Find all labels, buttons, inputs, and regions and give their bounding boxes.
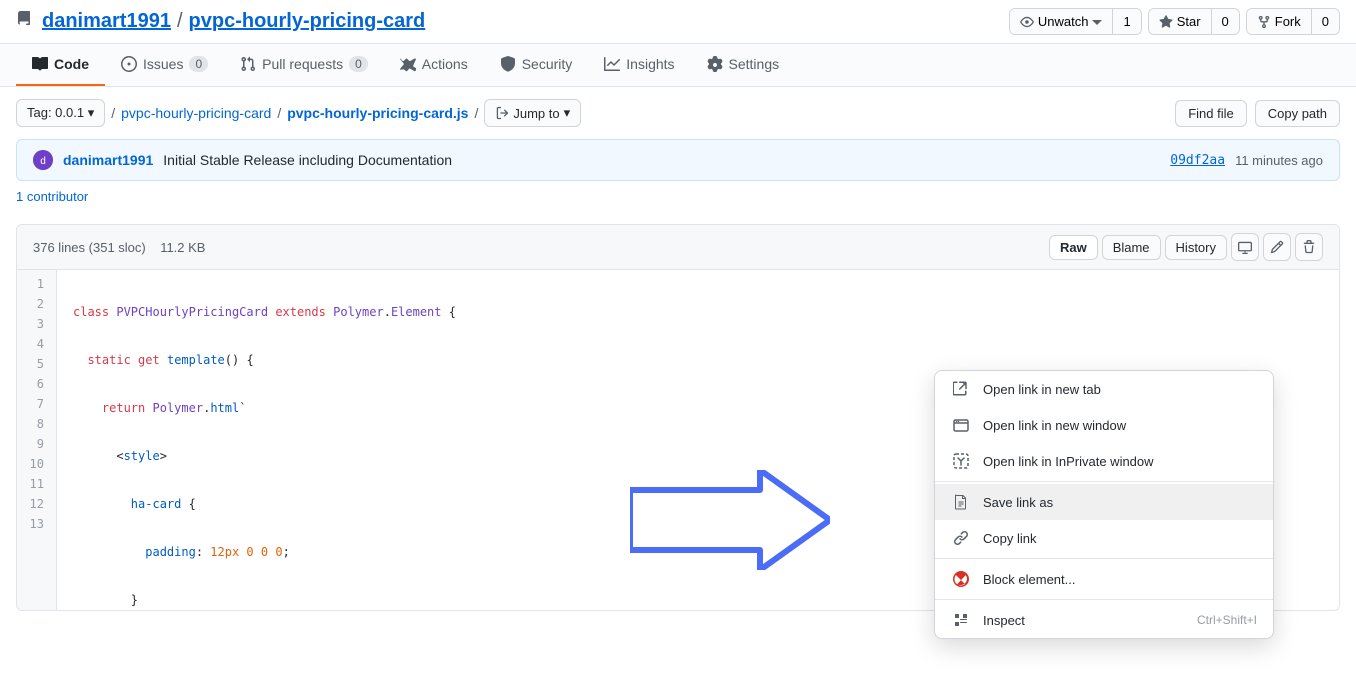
new-tab-icon bbox=[951, 379, 971, 399]
breadcrumb-sep1: / bbox=[111, 105, 115, 121]
fork-btn-group: Fork 0 bbox=[1246, 8, 1340, 35]
fork-count[interactable]: 0 bbox=[1312, 9, 1339, 34]
commit-bar: d danimart1991 Initial Stable Release in… bbox=[16, 139, 1340, 181]
breadcrumb-repo-link[interactable]: pvpc-hourly-pricing-card bbox=[121, 105, 271, 121]
ctx-inspect[interactable]: Inspect Ctrl+Shift+I bbox=[935, 602, 1273, 638]
breadcrumb-file-link[interactable]: pvpc-hourly-pricing-card.js bbox=[287, 105, 468, 121]
tag-label: Tag: 0.0.1 bbox=[27, 105, 84, 120]
raw-button[interactable]: Raw bbox=[1049, 235, 1098, 260]
watch-label: Unwatch bbox=[1038, 14, 1089, 29]
watch-btn-group: Unwatch 1 bbox=[1009, 8, 1142, 35]
tab-code-label: Code bbox=[54, 56, 89, 72]
find-file-button[interactable]: Find file bbox=[1175, 100, 1247, 127]
ctx-copy-link[interactable]: Copy link bbox=[935, 520, 1273, 556]
tab-actions[interactable]: Actions bbox=[384, 44, 484, 86]
ctx-open-inprivate[interactable]: Open link in InPrivate window bbox=[935, 443, 1273, 479]
context-menu: Open link in new tab Open link in new wi… bbox=[934, 370, 1274, 639]
repo-icon bbox=[16, 11, 32, 32]
ctx-divider-2 bbox=[935, 558, 1273, 559]
delete-icon-btn[interactable] bbox=[1295, 233, 1323, 261]
save-icon bbox=[951, 492, 971, 512]
breadcrumb-sep2: / bbox=[277, 105, 281, 121]
tab-code[interactable]: Code bbox=[16, 44, 105, 86]
ctx-save-link-as-label: Save link as bbox=[983, 495, 1053, 510]
edit-icon-btn[interactable] bbox=[1263, 233, 1291, 261]
tab-insights[interactable]: Insights bbox=[588, 44, 690, 86]
history-button[interactable]: History bbox=[1165, 235, 1227, 260]
tab-issues[interactable]: Issues 0 bbox=[105, 44, 224, 86]
top-bar: danimart1991 / pvpc-hourly-pricing-card … bbox=[0, 0, 1356, 44]
issues-badge: 0 bbox=[189, 56, 208, 72]
repo-title: danimart1991 / pvpc-hourly-pricing-card bbox=[16, 10, 425, 33]
ctx-open-new-window-label: Open link in new window bbox=[983, 418, 1126, 433]
tab-settings[interactable]: Settings bbox=[691, 44, 796, 86]
breadcrumb-sep3: / bbox=[474, 105, 478, 121]
inspect-shortcut: Ctrl+Shift+I bbox=[1197, 613, 1257, 627]
commit-right: 09df2aa 11 minutes ago bbox=[1170, 153, 1323, 168]
tab-pull-requests[interactable]: Pull requests 0 bbox=[224, 44, 384, 86]
commit-sha[interactable]: 09df2aa bbox=[1170, 153, 1225, 168]
ctx-block-element-label: Block element... bbox=[983, 572, 1076, 587]
blame-button[interactable]: Blame bbox=[1102, 235, 1161, 260]
star-count[interactable]: 0 bbox=[1212, 9, 1239, 34]
tab-issues-label: Issues bbox=[143, 56, 183, 72]
tab-security-label: Security bbox=[522, 56, 573, 72]
ctx-open-new-tab[interactable]: Open link in new tab bbox=[935, 371, 1273, 407]
jump-to-button[interactable]: Jump to ▾ bbox=[484, 99, 581, 127]
fork-button[interactable]: Fork bbox=[1247, 9, 1312, 34]
tab-insights-label: Insights bbox=[626, 56, 674, 72]
star-label: Star bbox=[1177, 14, 1201, 29]
file-actions: Raw Blame History bbox=[1049, 233, 1323, 261]
inspect-icon bbox=[951, 610, 971, 630]
line-numbers: 12345 678910 111213 bbox=[17, 270, 57, 610]
watch-button[interactable]: Unwatch bbox=[1010, 9, 1114, 34]
file-size: 11.2 KB bbox=[160, 240, 205, 255]
repo-separator: / bbox=[177, 10, 183, 33]
breadcrumb: Tag: 0.0.1 ▾ / pvpc-hourly-pricing-card … bbox=[16, 99, 581, 127]
file-meta: 376 lines (351 sloc) 11.2 KB bbox=[33, 240, 205, 255]
ctx-copy-link-label: Copy link bbox=[983, 531, 1036, 546]
commit-time: 11 minutes ago bbox=[1235, 153, 1323, 168]
lines-info: 376 lines (351 sloc) bbox=[33, 240, 146, 255]
avatar: d bbox=[33, 150, 53, 170]
breadcrumb-right: Find file Copy path bbox=[1175, 100, 1340, 127]
jump-to-label: Jump to bbox=[513, 106, 559, 121]
ctx-open-new-tab-label: Open link in new tab bbox=[983, 382, 1101, 397]
commit-author[interactable]: danimart1991 bbox=[63, 152, 153, 168]
org-link[interactable]: danimart1991 bbox=[42, 10, 171, 33]
header-actions: Unwatch 1 Star 0 Fork 0 bbox=[1009, 8, 1340, 35]
star-button[interactable]: Star bbox=[1149, 9, 1212, 34]
contributor-section: 1 contributor bbox=[0, 181, 1356, 212]
ctx-open-inprivate-label: Open link in InPrivate window bbox=[983, 454, 1154, 469]
block-icon bbox=[951, 569, 971, 589]
ctx-divider-1 bbox=[935, 481, 1273, 482]
tab-actions-label: Actions bbox=[422, 56, 468, 72]
desktop-icon-btn[interactable] bbox=[1231, 233, 1259, 261]
ctx-save-link-as[interactable]: Save link as bbox=[935, 484, 1273, 520]
contributor-link[interactable]: 1 contributor bbox=[16, 189, 88, 204]
svg-text:d: d bbox=[40, 156, 46, 167]
breadcrumb-bar: Tag: 0.0.1 ▾ / pvpc-hourly-pricing-card … bbox=[0, 87, 1356, 139]
tab-pr-label: Pull requests bbox=[262, 56, 343, 72]
tab-settings-label: Settings bbox=[729, 56, 780, 72]
ctx-block-element[interactable]: Block element... bbox=[935, 561, 1273, 597]
ctx-inspect-label: Inspect bbox=[983, 613, 1025, 628]
commit-left: d danimart1991 Initial Stable Release in… bbox=[33, 150, 452, 170]
inprivate-icon bbox=[951, 451, 971, 471]
commit-message: Initial Stable Release including Documen… bbox=[163, 152, 452, 168]
ctx-open-new-window[interactable]: Open link in new window bbox=[935, 407, 1273, 443]
tab-security[interactable]: Security bbox=[484, 44, 589, 86]
star-btn-group: Star 0 bbox=[1148, 8, 1240, 35]
pr-badge: 0 bbox=[349, 56, 368, 72]
file-header: 376 lines (351 sloc) 11.2 KB Raw Blame H… bbox=[17, 225, 1339, 270]
new-window-icon bbox=[951, 415, 971, 435]
ctx-divider-3 bbox=[935, 599, 1273, 600]
nav-tabs: Code Issues 0 Pull requests 0 Actions Se… bbox=[0, 44, 1356, 87]
repo-link[interactable]: pvpc-hourly-pricing-card bbox=[189, 10, 426, 33]
watch-count[interactable]: 1 bbox=[1113, 9, 1140, 34]
copy-path-button[interactable]: Copy path bbox=[1255, 100, 1340, 127]
fork-label: Fork bbox=[1275, 14, 1301, 29]
copy-link-icon bbox=[951, 528, 971, 548]
tag-button[interactable]: Tag: 0.0.1 ▾ bbox=[16, 99, 105, 127]
